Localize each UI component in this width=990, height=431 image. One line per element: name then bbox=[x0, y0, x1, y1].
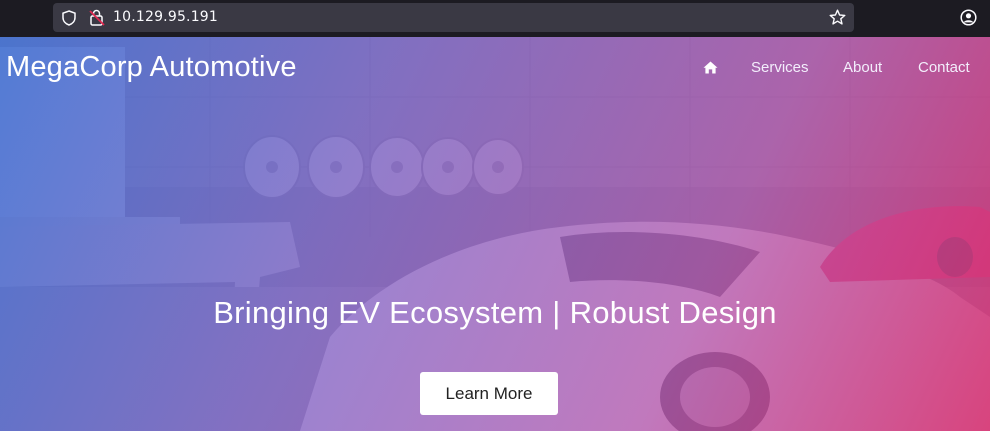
web-page: MegaCorp Automotive Services About Conta… bbox=[0, 37, 990, 431]
account-icon[interactable] bbox=[960, 9, 977, 30]
browser-toolbar: 10.129.95.191 bbox=[0, 0, 990, 37]
bookmark-star-icon[interactable] bbox=[829, 9, 846, 30]
shield-icon[interactable] bbox=[62, 10, 76, 30]
url-text[interactable]: 10.129.95.191 bbox=[113, 9, 218, 25]
nav-contact[interactable]: Contact bbox=[918, 59, 970, 76]
address-bar[interactable]: 10.129.95.191 bbox=[53, 3, 854, 32]
insecure-lock-icon[interactable] bbox=[89, 9, 105, 30]
learn-more-button[interactable]: Learn More bbox=[420, 372, 558, 415]
hero-headline: Bringing EV Ecosystem | Robust Design bbox=[213, 295, 777, 330]
nav-services[interactable]: Services bbox=[751, 59, 809, 76]
site-brand[interactable]: MegaCorp Automotive bbox=[6, 51, 297, 84]
nav-about[interactable]: About bbox=[843, 59, 882, 76]
home-icon[interactable] bbox=[703, 59, 718, 78]
